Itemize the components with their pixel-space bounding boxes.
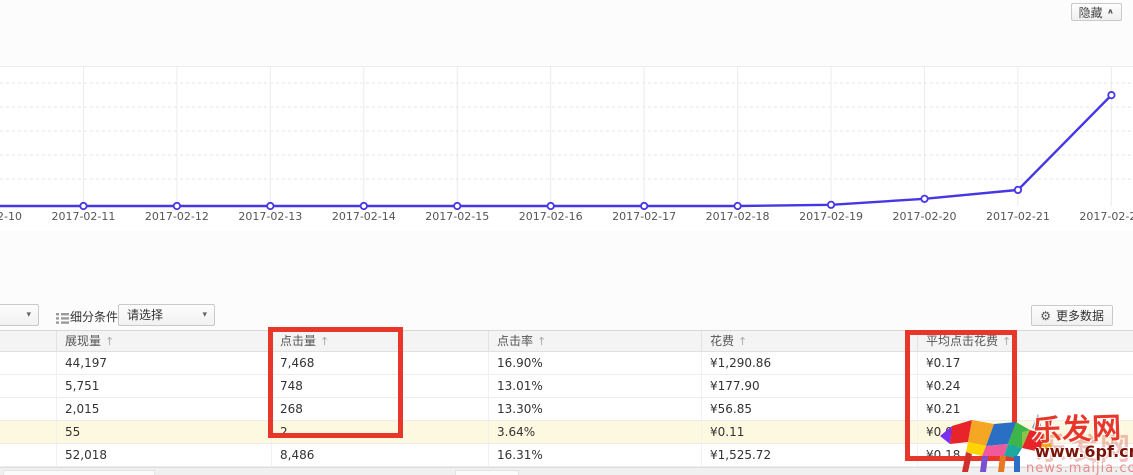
x-axis-tick-label: 2017-02-10 (0, 210, 22, 223)
hide-button-label: 隐藏 (1079, 4, 1103, 21)
cell-ctr: 13.01% (488, 375, 701, 398)
gear-icon: ⚙ (1040, 309, 1051, 323)
data-point-marker (454, 203, 460, 209)
data-point-marker (174, 203, 180, 209)
cell-avg-cpc: ¥0.24 (917, 375, 1133, 398)
data-point-marker (80, 203, 86, 209)
column-header-label: 点击率 (497, 334, 533, 348)
cell-cost: ¥56.85 (701, 398, 917, 421)
x-axis-tick-label: 2017-02-15 (425, 210, 489, 223)
more-data-button[interactable]: ⚙ 更多数据 (1031, 305, 1113, 326)
data-point-marker (361, 203, 367, 209)
x-axis-tick-label: 2017-02-20 (893, 210, 957, 223)
x-axis-tick-label: 2017-02-13 (238, 210, 302, 223)
table-row[interactable]: 44,1977,46816.90%¥1,290.86¥0.17 (0, 352, 1133, 375)
metrics-table: 展现量 ↑ 点击量 ↑ 点击率 ↑ 花费 ↑ 平均点击花费 ↑ 44,1977,46816.90%… (0, 330, 1133, 467)
data-point-marker (734, 203, 740, 209)
data-point-marker (1108, 92, 1114, 98)
column-header-label: 点击量 (280, 334, 316, 348)
column-header-clicks[interactable]: 点击量 ↑ (271, 331, 488, 351)
x-axis-tick-label: 2017-02-22 (1079, 210, 1133, 223)
table-row[interactable]: 52,0188,48616.31%¥1,525.72¥0.18 (0, 444, 1133, 467)
column-header-blank (0, 331, 56, 351)
trend-chart: 2017-02-10 2017-02-11 2017-02-12 2017-02-13… (0, 67, 1133, 232)
cell-clicks: 268 (271, 398, 488, 421)
cell-impressions: 55 (56, 421, 271, 444)
data-point-marker (267, 203, 273, 209)
x-axis-tick-label: 2017-02-17 (612, 210, 676, 223)
cell-blank (0, 398, 56, 421)
table-header-row: 展现量 ↑ 点击量 ↑ 点击率 ↑ 花费 ↑ 平均点击花费 ↑ (0, 330, 1133, 352)
x-axis-tick-label: 2017-02-16 (519, 210, 583, 223)
table-row[interactable]: 5523.64%¥0.11¥0.06 (0, 421, 1133, 444)
cell-clicks: 748 (271, 375, 488, 398)
cell-impressions: 52,018 (56, 444, 271, 467)
cell-impressions: 5,751 (56, 375, 271, 398)
column-header-label: 平均点击花费 (926, 334, 998, 348)
cell-impressions: 44,197 (56, 352, 271, 375)
sort-asc-icon: ↑ (320, 335, 329, 348)
cell-ctr: 3.64% (488, 421, 701, 444)
cell-avg-cpc: ¥0.18 (917, 444, 1133, 467)
cell-cost: ¥177.90 (701, 375, 917, 398)
column-header-avg-cpc[interactable]: 平均点击花费 ↑ (917, 331, 1133, 351)
cell-impressions: 2,015 (56, 398, 271, 421)
data-point-marker (1015, 187, 1021, 193)
x-axis-tick-label: 2017-02-11 (51, 210, 115, 223)
chevron-up-icon: ∧ (1107, 8, 1114, 16)
data-point-marker (921, 196, 927, 202)
data-point-marker (548, 203, 554, 209)
x-axis-tick-label: 2017-02-19 (799, 210, 863, 223)
cell-ctr: 16.90% (488, 352, 701, 375)
hide-button[interactable]: 隐藏 ∧ (1071, 3, 1122, 21)
sort-asc-icon: ↑ (1002, 335, 1011, 348)
cell-clicks: 8,486 (271, 444, 488, 467)
left-dropdown[interactable]: ▾ (0, 304, 39, 326)
cell-clicks: 7,468 (271, 352, 488, 375)
cell-blank (0, 444, 56, 467)
column-header-ctr[interactable]: 点击率 ↑ (488, 331, 701, 351)
pagination-stub[interactable] (3, 470, 155, 475)
cell-cost: ¥1,290.86 (701, 352, 917, 375)
more-data-label: 更多数据 (1056, 307, 1104, 324)
cell-blank (0, 375, 56, 398)
column-header-label: 展现量 (65, 334, 101, 348)
table-row[interactable]: 5,75174813.01%¥177.90¥0.24 (0, 375, 1133, 398)
cell-avg-cpc: ¥0.06 (917, 421, 1133, 444)
sort-asc-icon: ↑ (537, 335, 546, 348)
column-header-cost[interactable]: 花费 ↑ (701, 331, 917, 351)
cell-blank (0, 352, 56, 375)
segment-list-icon (56, 309, 69, 328)
cell-avg-cpc: ¥0.21 (917, 398, 1133, 421)
x-axis-tick-label: 2017-02-21 (986, 210, 1050, 223)
cell-ctr: 16.31% (488, 444, 701, 467)
segment-condition-value: 请选择 (127, 308, 163, 322)
cell-cost: ¥1,525.72 (701, 444, 917, 467)
x-axis-tick-label: 2017-02-12 (145, 210, 209, 223)
sort-asc-icon: ↑ (105, 335, 114, 348)
cell-cost: ¥0.11 (701, 421, 917, 444)
cell-avg-cpc: ¥0.17 (917, 352, 1133, 375)
x-axis-tick-label: 2017-02-14 (332, 210, 396, 223)
caret-down-icon: ▾ (202, 305, 207, 325)
segment-condition-dropdown[interactable]: 请选择 ▾ (118, 304, 215, 326)
trend-chart-section: 2017-02-10 2017-02-11 2017-02-12 2017-02-13… (0, 66, 1133, 231)
trend-line (0, 95, 1111, 206)
column-header-label: 花费 (710, 334, 734, 348)
table-row[interactable]: 2,01526813.30%¥56.85¥0.21 (0, 398, 1133, 421)
pagination-stub[interactable] (455, 470, 519, 475)
cell-ctr: 13.30% (488, 398, 701, 421)
sort-asc-icon: ↑ (738, 335, 747, 348)
data-point-marker (828, 202, 834, 208)
table-footer (0, 467, 1133, 475)
cell-blank (0, 421, 56, 444)
caret-down-icon: ▾ (26, 305, 31, 325)
table-body: 44,1977,46816.90%¥1,290.86¥0.175,7517481… (0, 352, 1133, 467)
cell-clicks: 2 (271, 421, 488, 444)
table-toolbar: ▾ 细分条件： 请选择 ▾ ⚙ 更多数据 (0, 302, 1133, 330)
analytics-page: 隐藏 ∧ 2017-02-102017-02-112017-02-122017-… (0, 0, 1133, 475)
x-axis-tick-label: 2017-02-18 (706, 210, 770, 223)
column-header-impressions[interactable]: 展现量 ↑ (56, 331, 271, 351)
data-point-marker (641, 203, 647, 209)
